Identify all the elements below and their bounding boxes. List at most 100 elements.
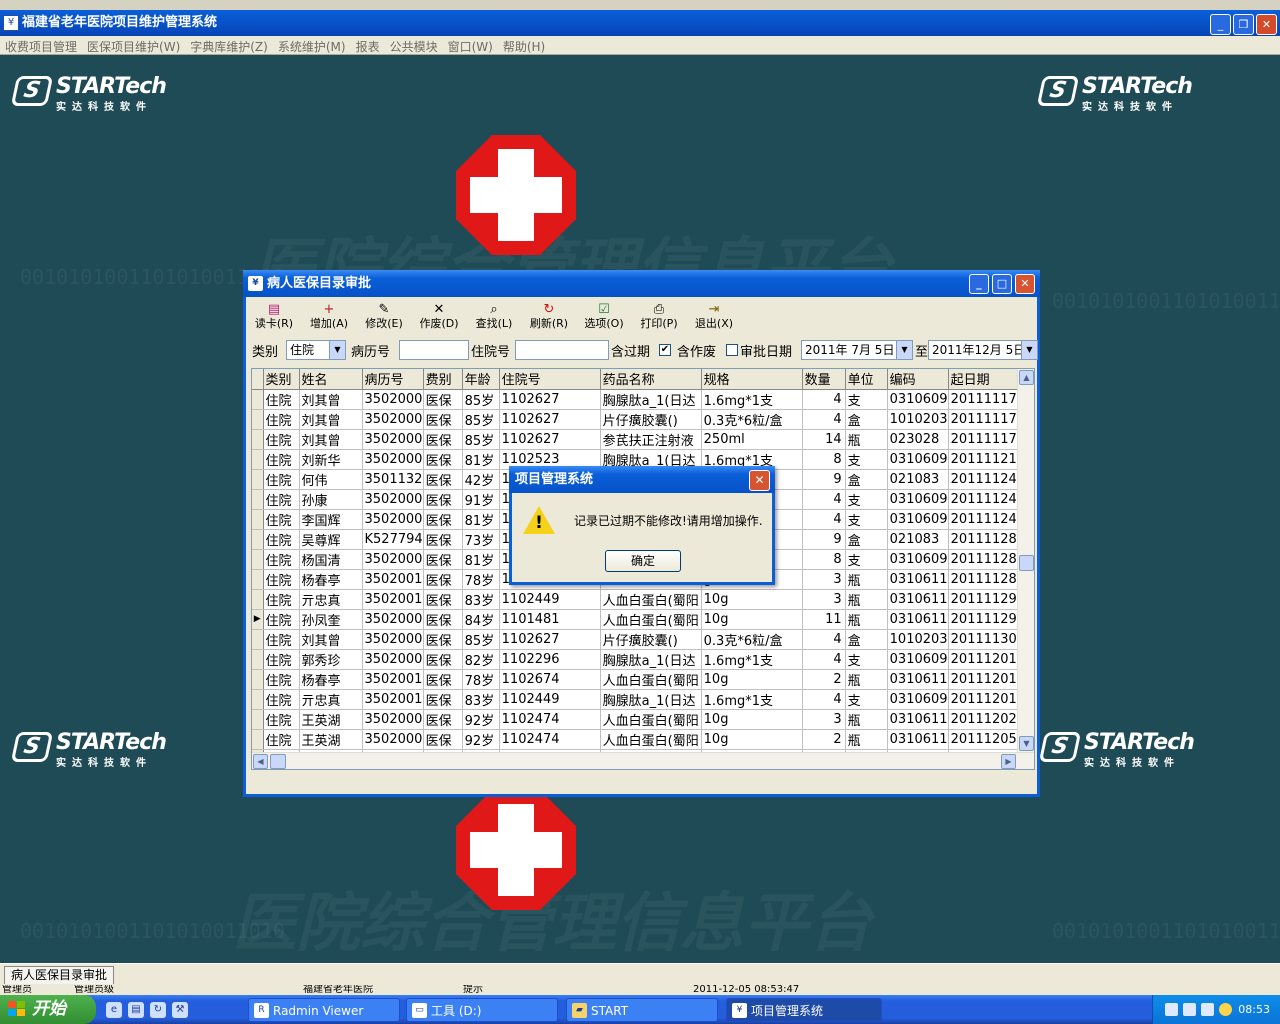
row-indicator[interactable] xyxy=(252,429,264,450)
table-cell[interactable]: 20111117 xyxy=(948,409,1019,430)
table-cell[interactable]: 3502000 xyxy=(362,729,424,750)
table-cell[interactable]: 杨春亭 xyxy=(299,669,363,690)
table-cell[interactable]: 84岁 xyxy=(462,609,500,630)
table-cell[interactable]: 住院 xyxy=(263,489,300,510)
table-cell[interactable]: K527794 xyxy=(362,529,424,550)
table-cell[interactable]: 医保 xyxy=(423,569,463,590)
table-cell[interactable]: 9 xyxy=(802,469,846,490)
table-cell[interactable]: 3 xyxy=(802,569,846,590)
row-indicator[interactable] xyxy=(252,489,264,510)
table-cell[interactable]: 1102627 xyxy=(499,409,601,430)
table-cell[interactable]: 3502000 xyxy=(362,509,424,530)
table-cell[interactable]: 0310611 xyxy=(887,729,949,750)
table-cell[interactable]: 3502001 xyxy=(362,689,424,710)
table-cell[interactable]: 盒 xyxy=(845,469,888,490)
table-cell[interactable]: 3502001 xyxy=(362,589,424,610)
table-cell[interactable]: 20111205 xyxy=(948,729,1019,750)
table-cell[interactable]: 医保 xyxy=(423,729,463,750)
table-cell[interactable]: 住院 xyxy=(263,449,300,470)
refresh-app-icon[interactable]: ↻ xyxy=(150,1002,166,1018)
table-cell[interactable]: 83岁 xyxy=(462,589,500,610)
table-cell[interactable]: 住院 xyxy=(263,529,300,550)
table-cell[interactable]: 住院 xyxy=(263,469,300,490)
table-cell[interactable]: 瓶 xyxy=(845,609,888,630)
security-icon[interactable] xyxy=(1201,1003,1214,1016)
table-cell[interactable]: 3502000 xyxy=(362,489,424,510)
table-cell[interactable]: 医保 xyxy=(423,389,463,410)
table-cell[interactable]: 支 xyxy=(845,449,888,470)
row-indicator[interactable] xyxy=(252,569,264,590)
table-cell[interactable]: 0310609 xyxy=(887,389,949,410)
table-cell[interactable]: 支 xyxy=(845,509,888,530)
table-cell[interactable]: 人血白蛋白(蜀阳 xyxy=(600,609,702,630)
table-cell[interactable]: 4 xyxy=(802,689,846,710)
table-cell[interactable]: 1102627 xyxy=(499,629,601,650)
table-cell[interactable]: 20111124 xyxy=(948,489,1019,510)
table-cell[interactable]: 91岁 xyxy=(462,489,500,510)
table-cell[interactable]: 78岁 xyxy=(462,669,500,690)
table-cell[interactable]: 孙凤奎 xyxy=(299,609,363,630)
hscroll-thumb[interactable] xyxy=(270,754,286,769)
table-cell[interactable]: 吴尊辉 xyxy=(299,529,363,550)
row-indicator[interactable] xyxy=(252,389,264,410)
table-cell[interactable]: 胸腺肽a_1(日达 xyxy=(600,389,702,410)
table-cell[interactable]: 胸腺肽a_1(日达 xyxy=(600,649,702,670)
table-cell[interactable]: 医保 xyxy=(423,509,463,530)
table-cell[interactable]: 85岁 xyxy=(462,389,500,410)
row-indicator[interactable] xyxy=(252,409,264,430)
table-cell[interactable]: 250ml xyxy=(701,429,803,450)
notepad-icon[interactable]: ▤ xyxy=(128,1002,144,1018)
table-cell[interactable]: 81岁 xyxy=(462,509,500,530)
table-cell[interactable]: 85岁 xyxy=(462,429,500,450)
task-start-folder[interactable]: ▰ START xyxy=(566,998,718,1022)
window-close-button[interactable]: ✕ xyxy=(1015,274,1035,294)
table-cell[interactable]: 81岁 xyxy=(462,549,500,570)
table-cell[interactable]: 住院 xyxy=(263,549,300,570)
table-cell[interactable]: 盒 xyxy=(845,529,888,550)
table-cell[interactable]: 医保 xyxy=(423,649,463,670)
table-cell[interactable]: 3501132 xyxy=(362,469,424,490)
table-cell[interactable]: 0310609 xyxy=(887,449,949,470)
row-indicator[interactable] xyxy=(252,549,264,570)
table-cell[interactable]: 医保 xyxy=(423,549,463,570)
table-cell[interactable]: 住院 xyxy=(263,629,300,650)
column-header[interactable]: 药品名称 xyxy=(600,369,702,390)
table-cell[interactable]: 0310611 xyxy=(887,709,949,730)
table-cell[interactable]: 10g xyxy=(701,609,803,630)
table-cell[interactable]: 人血白蛋白(蜀阳 xyxy=(600,589,702,610)
table-cell[interactable]: 住院 xyxy=(263,509,300,530)
table-cell[interactable]: 医保 xyxy=(423,609,463,630)
table-cell[interactable]: 8 xyxy=(802,449,846,470)
column-header[interactable]: 住院号 xyxy=(499,369,601,390)
table-cell[interactable]: 住院 xyxy=(263,669,300,690)
scroll-down-icon[interactable]: ▼ xyxy=(1019,736,1034,751)
table-cell[interactable]: 住院 xyxy=(263,569,300,590)
table-cell[interactable]: 9 xyxy=(802,529,846,550)
table-row[interactable]: ▶ 住院 孙凤奎 3502000 医保 84岁 1101481 人血白蛋白(蜀阳 10g 11 瓶 0… xyxy=(252,609,1022,630)
table-cell[interactable]: 0310611 xyxy=(887,569,949,590)
table-cell[interactable]: 20111128 xyxy=(948,569,1019,590)
row-indicator[interactable] xyxy=(252,449,264,470)
table-cell[interactable]: 021083 xyxy=(887,469,949,490)
table-cell[interactable]: 10g xyxy=(701,709,803,730)
table-cell[interactable]: 0310611 xyxy=(887,669,949,690)
table-cell[interactable]: 0.3克*6粒/盒 xyxy=(701,409,803,430)
table-cell[interactable]: 刘其曾 xyxy=(299,429,363,450)
table-cell[interactable]: 3502001 xyxy=(362,669,424,690)
table-cell[interactable]: 刘其曾 xyxy=(299,629,363,650)
table-cell[interactable]: 亓忠真 xyxy=(299,689,363,710)
table-cell[interactable]: 023028 xyxy=(887,429,949,450)
void-button[interactable]: ✕ 作废(D) xyxy=(413,300,465,336)
table-cell[interactable]: 1.6mg*1支 xyxy=(701,649,803,670)
table-cell[interactable]: 瓶 xyxy=(845,729,888,750)
column-header[interactable]: 单位 xyxy=(845,369,888,390)
table-cell[interactable]: 20111121 xyxy=(948,449,1019,470)
column-header[interactable]: 年龄 xyxy=(462,369,500,390)
menu-item-fee[interactable]: 收费项目管理 xyxy=(0,36,82,57)
table-cell[interactable]: 11 xyxy=(802,609,846,630)
column-header[interactable]: 起日期 xyxy=(948,369,1019,390)
table-cell[interactable]: 3 xyxy=(802,709,846,730)
ie-icon[interactable]: e xyxy=(106,1002,122,1018)
scroll-thumb[interactable] xyxy=(1019,555,1034,571)
table-cell[interactable]: 0310609 xyxy=(887,509,949,530)
